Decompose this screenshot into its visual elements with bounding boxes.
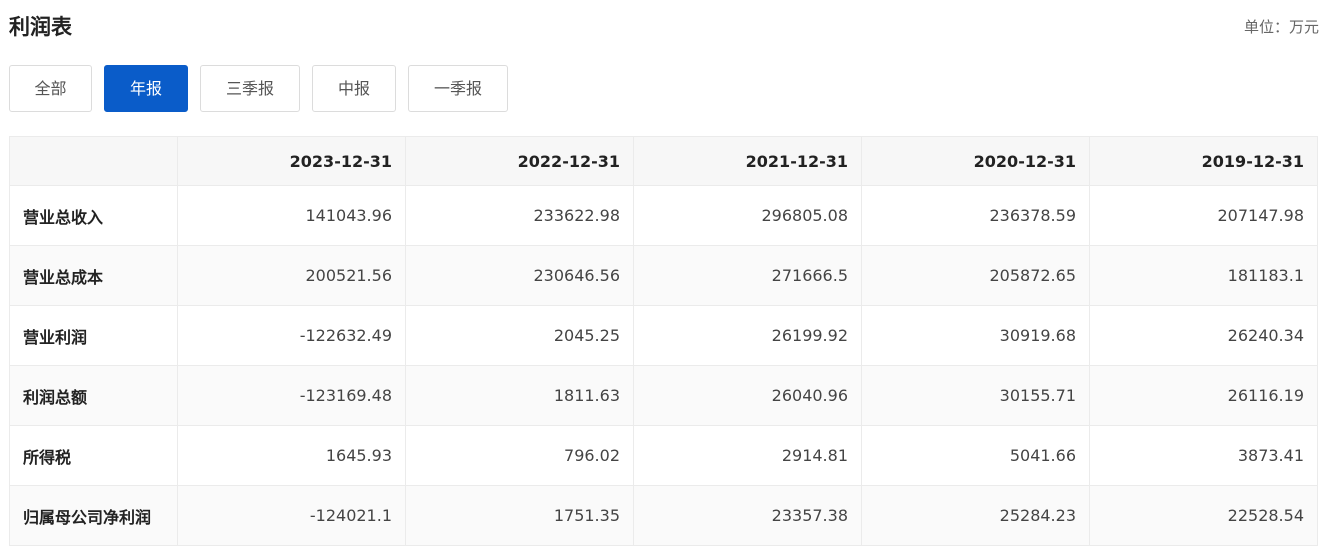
table-cell: -124021.1 (177, 485, 406, 546)
tab-all[interactable]: 全部 (9, 65, 92, 112)
table-cell: 296805.08 (633, 185, 862, 246)
table-cell: 3873.41 (1089, 425, 1318, 486)
column-header-date: 2019-12-31 (1089, 136, 1318, 186)
table-row: 营业利润 -122632.49 2045.25 26199.92 30919.6… (9, 305, 1318, 366)
unit-label: 单位：万元 (1243, 18, 1319, 36)
table-cell: 5041.66 (861, 425, 1090, 486)
table-cell: 30919.68 (861, 305, 1090, 366)
table-cell: 230646.56 (405, 245, 634, 306)
table-cell: -122632.49 (177, 305, 406, 366)
report-period-tabs: 全部 年报 三季报 中报 一季报 (9, 65, 508, 112)
row-label: 营业总收入 (9, 185, 178, 246)
table-cell: 26116.19 (1089, 365, 1318, 426)
column-header-item (9, 136, 178, 186)
table-cell: 2045.25 (405, 305, 634, 366)
tab-q1[interactable]: 一季报 (408, 65, 508, 112)
table-cell: 30155.71 (861, 365, 1090, 426)
table-cell: 22528.54 (1089, 485, 1318, 546)
table-cell: 25284.23 (861, 485, 1090, 546)
table-row: 营业总成本 200521.56 230646.56 271666.5 20587… (9, 245, 1318, 306)
table-cell: 233622.98 (405, 185, 634, 246)
table-cell: 26240.34 (1089, 305, 1318, 366)
table-cell: 181183.1 (1089, 245, 1318, 306)
page-title: 利润表 (9, 15, 72, 39)
table-cell: 141043.96 (177, 185, 406, 246)
row-label: 归属母公司净利润 (9, 485, 178, 546)
table-row: 利润总额 -123169.48 1811.63 26040.96 30155.7… (9, 365, 1318, 426)
table-cell: 200521.56 (177, 245, 406, 306)
profit-statement-page: 利润表 单位：万元 全部 年报 三季报 中报 一季报 2023-12-31 20… (0, 0, 1328, 554)
column-header-date: 2022-12-31 (405, 136, 634, 186)
table-cell: 26040.96 (633, 365, 862, 426)
table-cell: 205872.65 (861, 245, 1090, 306)
table-row: 归属母公司净利润 -124021.1 1751.35 23357.38 2528… (9, 485, 1318, 546)
table-cell: 2914.81 (633, 425, 862, 486)
column-header-date: 2023-12-31 (177, 136, 406, 186)
tab-interim[interactable]: 中报 (312, 65, 396, 112)
table-cell: 796.02 (405, 425, 634, 486)
tab-q3[interactable]: 三季报 (200, 65, 300, 112)
profit-table-container: 2023-12-31 2022-12-31 2021-12-31 2020-12… (9, 136, 1318, 546)
row-label: 营业总成本 (9, 245, 178, 306)
row-label: 利润总额 (9, 365, 178, 426)
header: 利润表 单位：万元 (9, 12, 1319, 44)
table-cell: 26199.92 (633, 305, 862, 366)
table-cell: 236378.59 (861, 185, 1090, 246)
table-cell: 207147.98 (1089, 185, 1318, 246)
table-cell: 271666.5 (633, 245, 862, 306)
table-header-row: 2023-12-31 2022-12-31 2021-12-31 2020-12… (9, 136, 1318, 186)
table-cell: 23357.38 (633, 485, 862, 546)
table-cell: 1645.93 (177, 425, 406, 486)
tab-annual[interactable]: 年报 (104, 65, 188, 112)
table-row: 营业总收入 141043.96 233622.98 296805.08 2363… (9, 185, 1318, 246)
table-cell: 1751.35 (405, 485, 634, 546)
table-row: 所得税 1645.93 796.02 2914.81 5041.66 3873.… (9, 425, 1318, 486)
row-label: 营业利润 (9, 305, 178, 366)
table-cell: 1811.63 (405, 365, 634, 426)
row-label: 所得税 (9, 425, 178, 486)
table-cell: -123169.48 (177, 365, 406, 426)
column-header-date: 2020-12-31 (861, 136, 1090, 186)
column-header-date: 2021-12-31 (633, 136, 862, 186)
profit-table: 2023-12-31 2022-12-31 2021-12-31 2020-12… (9, 136, 1318, 546)
